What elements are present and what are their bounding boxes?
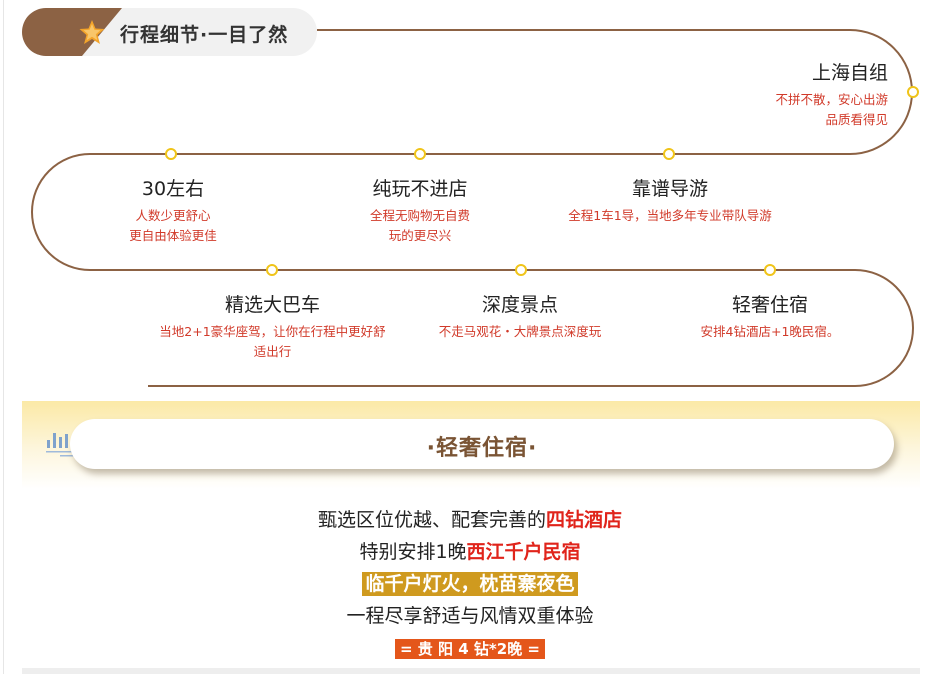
section-title: ·轻奢住宿·	[426, 436, 538, 461]
accommodation-line-5: = 贵 阳 4 钻*2晚 =	[0, 632, 940, 664]
accommodation-details: 甄选区位优越、配套完善的四钻酒店 特别安排1晚西江千户民宿 临千户灯火，枕苗寨夜…	[0, 504, 940, 664]
feature-title: 纯玩不进店	[372, 178, 468, 200]
feature-title: 靠谱导游	[631, 178, 708, 200]
highlight-homestay: 西江千户民宿	[466, 541, 581, 563]
feature-desc: 不拼不散，安心出游 品质看得见	[775, 92, 888, 127]
feature-desc: 全程无购物无自费 玩的更尽兴	[369, 208, 470, 243]
header-accent	[22, 8, 122, 56]
feature-title: 轻奢住宿	[731, 294, 808, 316]
feature-shanghai: 上海自组 不拼不散，安心出游 品质看得见	[775, 60, 888, 130]
feature-desc: 全程1车1导，当地多年专业带队导游	[568, 208, 772, 223]
feature-title: 深度景点	[481, 294, 558, 316]
feature-title: 上海自组	[811, 62, 888, 84]
route-dot-shanghai	[907, 86, 919, 98]
feature-group-size: 30左右 人数少更舒心 更自由体验更佳	[98, 176, 248, 246]
highlight-hotel: 四钻酒店	[546, 509, 623, 531]
bottom-divider	[22, 668, 920, 674]
route-dot-no-shopping	[414, 148, 426, 160]
feature-desc: 当地2+1豪华座驾，让你在行程中更好舒 适出行	[159, 324, 386, 359]
accommodation-line-4: 一程尽享舒适与风情双重体验	[346, 605, 594, 627]
hotel-nights-badge: = 贵 阳 4 钻*2晚 =	[395, 639, 545, 659]
feature-title: 精选大巴车	[224, 294, 320, 316]
feature-no-shopping: 纯玩不进店 全程无购物无自费 玩的更尽兴	[340, 176, 500, 246]
feature-bus: 精选大巴车 当地2+1豪华座驾，让你在行程中更好舒 适出行	[140, 292, 405, 362]
feature-title: 30左右	[141, 178, 205, 200]
star-icon	[79, 20, 105, 44]
route-dot-bus	[266, 264, 278, 276]
route-dot-hotel	[764, 264, 776, 276]
tagline-badge: 临千户灯火，枕苗寨夜色	[362, 572, 578, 596]
accommodation-line-1: 甄选区位优越、配套完善的四钻酒店	[317, 509, 623, 531]
feature-desc: 不走马观花・大牌景点深度玩	[438, 324, 602, 339]
page-title: 行程细节·一目了然	[120, 24, 289, 46]
route-dot-sights	[515, 264, 527, 276]
feature-guide: 靠谱导游 全程1车1导，当地多年专业带队导游	[550, 176, 790, 226]
section-banner: ·轻奢住宿·	[70, 419, 894, 469]
feature-desc: 安排4钻酒店+1晚民宿。	[700, 324, 840, 339]
feature-desc: 人数少更舒心 更自由体验更佳	[129, 208, 217, 243]
feature-hotel: 轻奢住宿 安排4钻酒店+1晚民宿。	[680, 292, 860, 342]
section-header: 行程细节·一目了然	[22, 8, 317, 56]
route-dot-guide	[663, 148, 675, 160]
route-dot-group-size	[165, 148, 177, 160]
accommodation-line-2: 特别安排1晚西江千户民宿	[359, 541, 581, 563]
page: 行程细节·一目了然 上海自组 不拼不散，安心出游 品质看得见 30左右 人数少更舒…	[0, 0, 940, 674]
accommodation-line-3: 临千户灯火，枕苗寨夜色	[0, 568, 940, 600]
feature-sights: 深度景点 不走马观花・大牌景点深度玩	[420, 292, 620, 342]
